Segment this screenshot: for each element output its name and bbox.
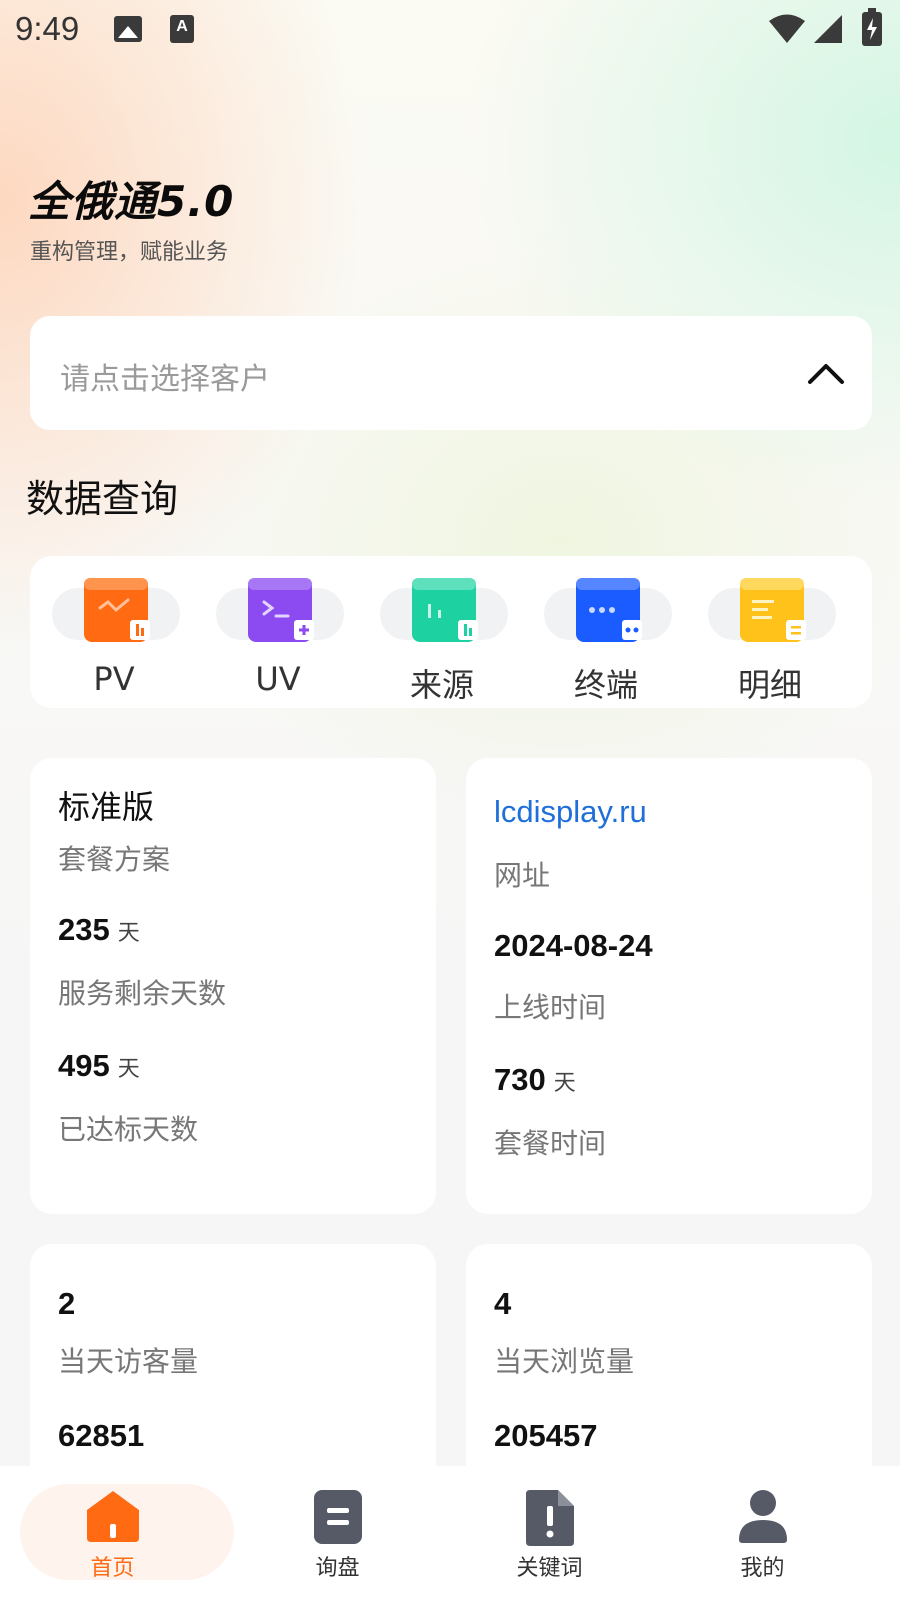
terminal-icon xyxy=(576,578,642,642)
nav-item-profile[interactable]: 我的 xyxy=(650,1466,875,1600)
uv-icon xyxy=(248,578,314,642)
customer-select[interactable]: 请点击选择客户 xyxy=(30,316,872,430)
menu-item-label: PV xyxy=(93,660,135,698)
inquiry-icon xyxy=(313,1490,362,1544)
section-title: 数据查询 xyxy=(26,477,179,521)
nav-item-inquiry[interactable]: 询盘 xyxy=(225,1466,450,1600)
achieved-days-label: 已达标天数 xyxy=(58,1113,199,1146)
status-time: 9:49 xyxy=(15,10,80,47)
menu-item-label: 来源 xyxy=(409,666,474,704)
site-card[interactable]: lcdisplay.ru 网址 2024-08-24 上线时间 730 天 套餐时… xyxy=(466,758,872,1214)
plan-card[interactable]: 标准版 套餐方案 235 天 服务剩余天数 495 天 已达标天数 xyxy=(30,758,436,1214)
site-url-label: 网址 xyxy=(494,859,551,892)
menu-item-terminal[interactable]: 终端 xyxy=(522,566,690,706)
chevron-up-icon[interactable] xyxy=(806,354,846,390)
customer-select-placeholder: 请点击选择客户 xyxy=(60,362,270,397)
bottom-nav: 首页 询盘 关键词 我的 xyxy=(0,1466,900,1600)
menu-item-detail[interactable]: 明细 xyxy=(686,566,854,706)
app-subtitle: 重构管理，赋能业务 xyxy=(30,240,229,265)
detail-icon xyxy=(740,578,806,642)
nav-label-inquiry: 询盘 xyxy=(315,1556,360,1581)
menu-item-source[interactable]: 来源 xyxy=(358,566,526,706)
online-date-label: 上线时间 xyxy=(494,991,607,1024)
wifi-icon xyxy=(769,14,805,43)
nav-label-keyword: 关键词 xyxy=(516,1556,583,1581)
menu-item-label: 终端 xyxy=(573,666,638,704)
achieved-days-unit: 天 xyxy=(117,1057,140,1082)
plan-name: 标准版 xyxy=(58,788,155,826)
menu-item-pv[interactable]: PV xyxy=(30,566,198,706)
menu-item-label: 明细 xyxy=(737,666,802,704)
views-card[interactable]: 4 当天浏览量 205457 xyxy=(466,1244,872,1504)
package-days-number: 730 xyxy=(494,1062,546,1097)
today-views-label: 当天浏览量 xyxy=(494,1345,635,1378)
pv-icon xyxy=(84,578,150,642)
menu-item-uv[interactable]: UV xyxy=(194,566,362,706)
image-notification-icon xyxy=(114,16,142,42)
remaining-days-value: 235 天 xyxy=(58,912,140,948)
achieved-days-value: 495 天 xyxy=(58,1048,140,1084)
plan-label: 套餐方案 xyxy=(58,843,171,876)
profile-icon xyxy=(738,1490,787,1543)
total-views-value: 205457 xyxy=(494,1418,598,1453)
remaining-days-label: 服务剩余天数 xyxy=(58,977,227,1010)
keyword-icon xyxy=(525,1490,574,1546)
package-days-value: 730 天 xyxy=(494,1062,576,1098)
nav-item-keyword[interactable]: 关键词 xyxy=(437,1466,662,1600)
package-days-label: 套餐时间 xyxy=(494,1127,607,1160)
today-visitors-value: 2 xyxy=(58,1286,76,1321)
nav-label-home: 首页 xyxy=(90,1556,135,1581)
visitors-card[interactable]: 2 当天访客量 62851 xyxy=(30,1244,436,1504)
today-views-value: 4 xyxy=(494,1286,512,1321)
today-visitors-label: 当天访客量 xyxy=(58,1345,199,1378)
source-icon xyxy=(412,578,478,642)
data-query-menu: PV UV 来源 终端 明细 xyxy=(30,556,872,708)
signal-icon xyxy=(814,15,842,43)
home-icon xyxy=(86,1491,139,1542)
nav-label-profile: 我的 xyxy=(740,1556,785,1581)
font-notification-icon: A xyxy=(170,15,194,43)
nav-item-home[interactable]: 首页 xyxy=(0,1466,234,1600)
app-title: 全俄通5.0 xyxy=(28,177,235,226)
online-date: 2024-08-24 xyxy=(494,928,653,963)
package-days-unit: 天 xyxy=(553,1071,576,1096)
total-visitors-value: 62851 xyxy=(58,1418,145,1453)
status-bar: 9:49 A xyxy=(0,0,900,60)
remaining-days-unit: 天 xyxy=(117,921,140,946)
battery-icon xyxy=(862,8,882,46)
achieved-days-number: 495 xyxy=(58,1048,110,1083)
menu-item-label: UV xyxy=(255,660,301,698)
site-url-link[interactable]: lcdisplay.ru xyxy=(494,794,647,830)
remaining-days-number: 235 xyxy=(58,912,110,947)
